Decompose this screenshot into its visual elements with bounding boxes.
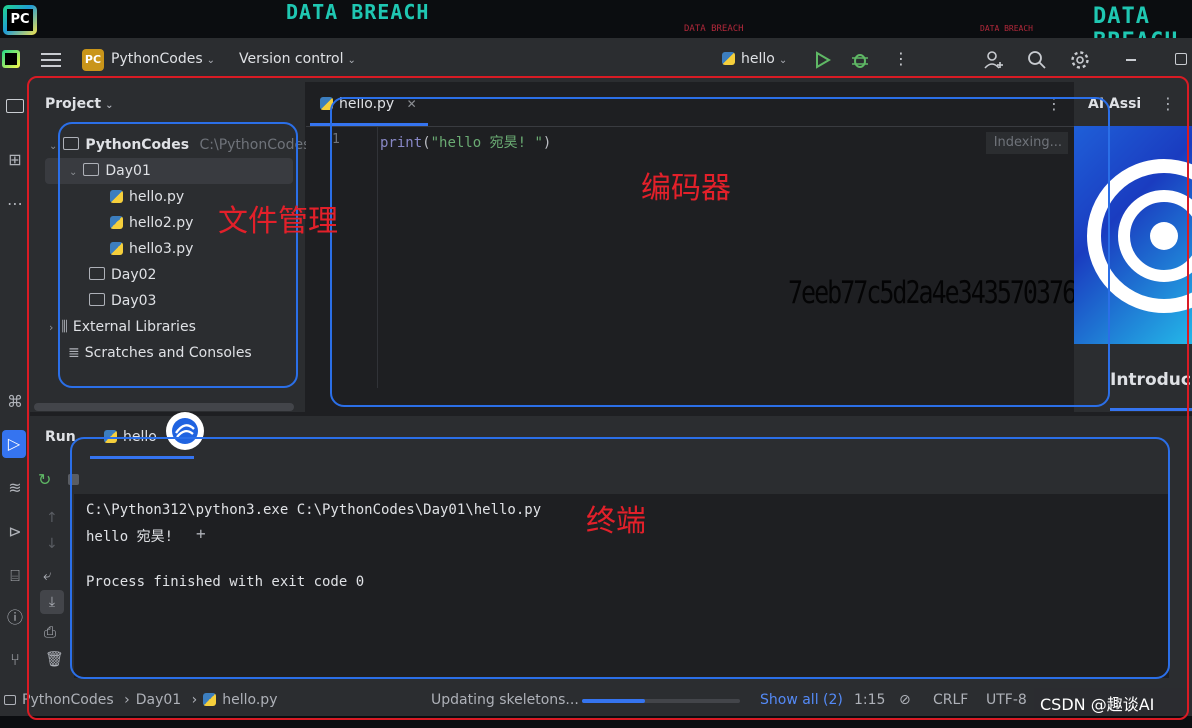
project-badge: PC [82, 49, 104, 71]
folder-icon [4, 695, 16, 705]
logo-text: PC [7, 9, 33, 31]
app-icon[interactable] [2, 50, 20, 68]
run-tool-icon[interactable]: ▷ [2, 430, 26, 458]
minimize-icon[interactable] [1126, 59, 1136, 61]
problems-icon[interactable]: ⓘ [0, 604, 30, 632]
project-switcher[interactable]: PythonCodes ⌄ [111, 51, 215, 67]
project-tool-icon[interactable] [0, 92, 30, 120]
banner-right-text: DATA BREACH [1093, 4, 1177, 38]
banner-small-text: DATA BREACH [684, 24, 744, 34]
vcs-menu[interactable]: Version control ⌄ [239, 51, 356, 67]
main-menu-icon[interactable] [41, 51, 61, 69]
pycharm-logo: PC [3, 5, 37, 35]
run-config-name: hello [741, 51, 775, 67]
run-icon[interactable] [815, 51, 831, 69]
more-tools-icon[interactable]: ⋯ [0, 190, 30, 218]
left-tool-strip: ⊞ ⋯ ⌘ ▷ ≋ ⊳ ⌸ ⓘ ⑂ [0, 82, 30, 686]
layers-icon[interactable]: ≋ [0, 474, 30, 502]
run-config-selector[interactable]: hello ⌄ [722, 51, 787, 67]
banner-small-text: DATA BREACH [980, 24, 1033, 33]
python-packages-icon[interactable]: ⌘ [0, 388, 30, 416]
chevron-down-icon: ⌄ [347, 55, 356, 66]
annotation-box-file-manager [58, 122, 298, 388]
add-user-icon[interactable] [983, 49, 1005, 71]
annotation-label-file-manager: 文件管理 [218, 204, 338, 239]
more-actions-icon[interactable]: ⋮ [893, 49, 909, 68]
annotation-label-editor: 编码器 [641, 171, 731, 206]
structure-tool-icon[interactable]: ⊞ [0, 146, 30, 174]
settings-gear-icon[interactable] [1070, 50, 1090, 70]
chevron-down-icon: ⌄ [778, 55, 788, 66]
services-icon[interactable]: ⊳ [0, 518, 30, 546]
vcs-label: Version control [239, 51, 344, 67]
maximize-icon[interactable] [1175, 53, 1187, 65]
debug-icon[interactable] [851, 50, 869, 70]
chevron-down-icon: ⌄ [206, 55, 216, 66]
annotation-box-editor [330, 97, 1110, 407]
python-icon [722, 52, 735, 65]
git-icon[interactable]: ⑂ [0, 646, 30, 674]
project-name: PythonCodes [111, 51, 203, 67]
banner-left-text: DATA BREACH [286, 0, 430, 24]
terminal-icon[interactable]: ⌸ [0, 562, 30, 590]
top-banner: PC DATA BREACH DATA BREACH DATA BREACH D… [0, 0, 1192, 38]
annotation-label-terminal: 终端 [586, 504, 646, 539]
annotation-box-terminal [70, 437, 1170, 679]
search-icon[interactable] [1027, 50, 1047, 70]
